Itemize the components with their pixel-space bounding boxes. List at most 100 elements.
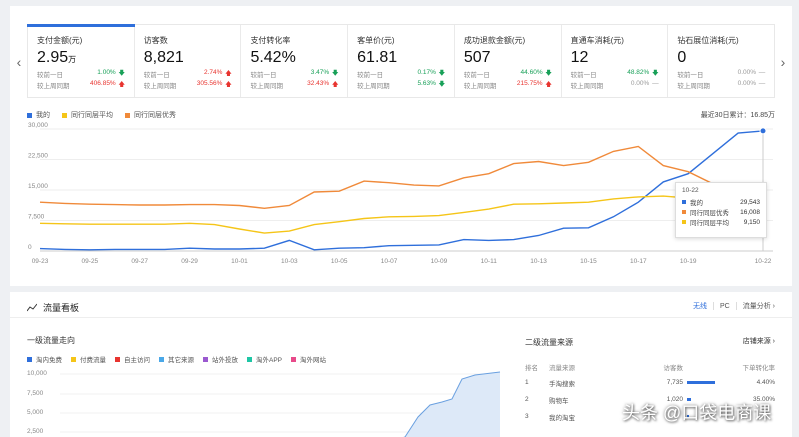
metric-card[interactable]: 支付金额(元) 2.95万较前一日 1.00% 🡇 较上周同期 406.85% 🡅	[27, 24, 135, 97]
metrics-row: 支付金额(元) 2.95万较前一日 1.00% 🡇 较上周同期 406.85% 🡅 访客数 8,…	[27, 24, 775, 98]
chart-tooltip: 10-22 我的 29,543 同行同层优秀 16,008 同行同层平均 9,150	[675, 182, 767, 238]
l1-legend-item[interactable]: 站外投放	[203, 354, 238, 364]
trend-arrow-icon: 🡇	[331, 70, 339, 77]
y-tick-label: 22,500	[28, 153, 48, 160]
x-tick-label: 10-13	[530, 258, 547, 265]
l1-legend-item[interactable]: 自主访问	[115, 354, 150, 364]
x-tick-label: 10-03	[281, 258, 298, 265]
metric-name: 支付转化率	[250, 36, 291, 45]
legend-swatch	[62, 112, 67, 118]
l1-legend-item[interactable]: 淘外网站	[291, 354, 326, 364]
metric-name: 支付金额(元)	[37, 36, 83, 45]
l1-legend-item[interactable]: 淘外APP	[247, 354, 282, 364]
trend-arrow-icon: —	[652, 80, 659, 87]
compare-day: 较前一日 2.74% 🡅	[143, 69, 232, 79]
metric-name: 访客数	[143, 36, 168, 45]
col-source: 流量来源	[549, 365, 575, 372]
trend-arrow-icon: 🡅	[331, 81, 339, 88]
compare-week: 较上周同期 406.85% 🡅	[37, 80, 126, 90]
traffic-title: 流量看板	[43, 303, 80, 313]
metric-card[interactable]: 成功退款金额(元) 507 较前一日 44.60% 🡇 较上周同期 215.75% 🡅	[455, 25, 562, 97]
x-tick-label: 10-11	[481, 258, 498, 265]
l1-legend-item[interactable]: 其它来源	[159, 354, 194, 364]
compare-day: 较前一日 0.17% 🡇	[357, 69, 446, 79]
x-tick-label: 10-01	[231, 258, 248, 265]
l1-y-label: 2,500	[27, 428, 44, 435]
trend-arrow-icon: 🡇	[545, 70, 552, 77]
x-tick-label: 09-27	[131, 258, 148, 265]
tab-pc[interactable]: PC	[720, 303, 730, 310]
trend-arrow-icon: 🡅	[118, 81, 126, 88]
x-tick-label: 10-09	[431, 258, 448, 265]
tab-wireless[interactable]: 无线	[693, 301, 707, 311]
y-tick-label: 0	[28, 244, 32, 251]
col-rank: 排名	[525, 365, 538, 372]
l1-area	[405, 372, 500, 437]
level2-title: 二级流量来源	[525, 338, 573, 347]
metric-card[interactable]: 客单价(元) 61.81 较前一日 0.17% 🡇 较上周同期 5.63% 🡇	[348, 25, 455, 97]
metric-value: 0	[677, 49, 687, 66]
trend-arrow-icon: 🡇	[118, 70, 126, 77]
l1-legend-item[interactable]: 淘内免费	[27, 354, 62, 364]
metric-card[interactable]: 支付转化率 5.42% 较前一日 3.47% 🡇 较上周同期 32.43% 🡅	[241, 25, 349, 97]
trend-arrow-icon: 🡅	[225, 81, 232, 88]
trend-arrow-icon: 🡇	[438, 81, 446, 88]
compare-day: 较前一日 44.60% 🡇	[463, 69, 552, 79]
prev-arrow-icon[interactable]: ‹	[13, 54, 25, 70]
traffic-header: 流量看板	[27, 301, 79, 314]
y-tick-label: 15,000	[28, 183, 48, 190]
metric-card[interactable]: 访客数 8,821 较前一日 2.74% 🡅 较上周同期 305.56% 🡅	[135, 25, 242, 97]
legend-item[interactable]: 同行同层优秀	[125, 110, 176, 120]
compare-week: 较上周同期 5.63% 🡇	[357, 80, 446, 90]
trend-icon	[27, 303, 37, 312]
level1-title: 一级流量走向	[27, 336, 75, 345]
metric-name: 钻石展位消耗(元)	[677, 36, 739, 45]
col-rate: 下单转化率	[742, 365, 776, 372]
x-tick-label: 09-23	[32, 258, 49, 265]
total-label: 最近30日累计：16.85万	[700, 112, 775, 119]
metric-card[interactable]: 钻石展位消耗(元) 0 较前一日 0.00% — 较上周同期 0.00% —	[668, 25, 774, 97]
legend-item[interactable]: 我的	[27, 110, 50, 120]
l1-y-label: 7,500	[27, 390, 44, 397]
metric-value: 8,821	[143, 49, 184, 66]
l1-legend-item[interactable]: 付费流量	[71, 354, 106, 364]
metric-card[interactable]: 直通车消耗(元) 12 较前一日 48.82% 🡇 较上周同期 0.00% —	[562, 25, 669, 97]
metric-value: 507	[463, 49, 491, 66]
tab-divider	[712, 302, 714, 310]
metric-value: 12	[570, 49, 589, 66]
tooltip-date: 10-22	[682, 187, 699, 194]
trend-arrow-icon: 🡇	[651, 70, 659, 77]
trend-arrow-icon: 🡇	[438, 70, 446, 77]
series-point	[759, 127, 767, 135]
metric-name: 直通车消耗(元)	[570, 36, 624, 45]
compare-week: 较上周同期 0.00% —	[677, 80, 766, 90]
compare-day: 较前一日 3.47% 🡇	[250, 69, 339, 79]
compare-week: 较上周同期 32.43% 🡅	[250, 80, 339, 90]
compare-day: 较前一日 0.00% —	[677, 69, 766, 79]
trend-arrow-icon: 🡅	[545, 81, 552, 88]
x-tick-label: 09-25	[82, 258, 99, 265]
x-tick-label: 10-07	[381, 258, 398, 265]
traffic-analysis-link[interactable]: 流量分析 ›	[743, 301, 775, 311]
level1-area-chart[interactable]	[60, 367, 505, 437]
core-metrics-panel: ‹ › 支付金额(元) 2.95万较前一日 1.00% 🡇 较上周同期 406.85% 🡅 访…	[10, 6, 792, 286]
metric-value: 2.95万	[37, 49, 77, 66]
watermark: 头条 @口袋电商课	[622, 403, 772, 423]
metric-name: 客单价(元)	[357, 36, 395, 45]
l1-y-label: 10,000	[27, 370, 47, 377]
col-visits: 访客数	[663, 365, 684, 372]
next-arrow-icon[interactable]: ›	[777, 54, 789, 70]
compare-week: 较上周同期 0.00% —	[570, 80, 659, 90]
l1-y-label: 5,000	[27, 409, 44, 416]
x-tick-label: 10-22	[755, 258, 772, 265]
shop-source-link[interactable]: 店铺来源 ›	[743, 336, 775, 346]
compare-day: 较前一日 1.00% 🡇	[37, 69, 126, 79]
metric-value: 5.42%	[250, 49, 296, 66]
x-tick-label: 10-17	[630, 258, 647, 265]
trend-arrow-icon: —	[758, 80, 766, 87]
table-row[interactable]: 1 手淘搜索 7,735 4.40%	[525, 374, 775, 391]
table-header: 排名 流量来源 访客数 下单转化率	[525, 360, 775, 374]
legend-item[interactable]: 同行同层平均	[62, 110, 113, 120]
trend-arrow-icon: —	[758, 69, 766, 76]
compare-week: 较上周同期 305.56% 🡅	[143, 80, 232, 90]
